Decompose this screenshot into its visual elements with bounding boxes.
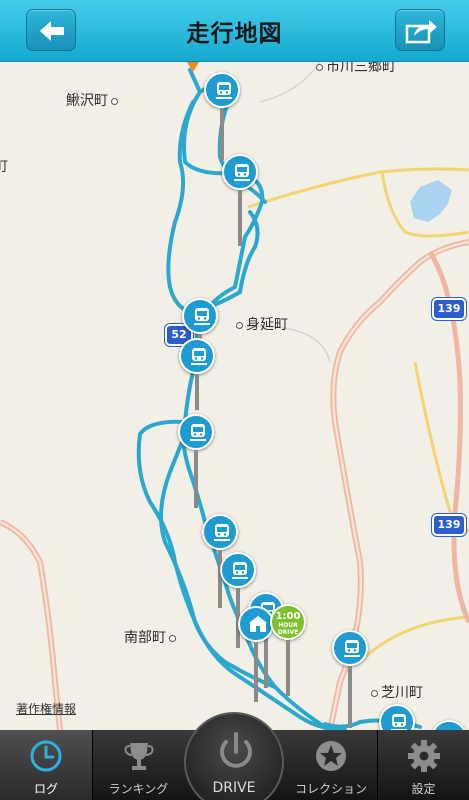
train-pin[interactable] [431,720,467,730]
train-pin[interactable] [202,514,238,608]
map-view[interactable]: 鰍沢町 市川三郷町 町 身延町 南部町 芝川町 139 139 52 1:00 … [0,62,469,730]
goal-pin-1hour-drive[interactable]: 1:00 HOUR DRIVE [270,604,306,696]
train-pin[interactable] [222,154,258,246]
gear-icon [407,740,440,772]
train-pin[interactable] [379,704,415,730]
train-pin[interactable] [178,414,214,508]
tab-settings[interactable]: 設定 [378,730,469,800]
town-dot [371,689,378,697]
star-icon [316,741,346,771]
tab-label: 設定 [411,782,436,796]
goal-pin-time: 1:00 [275,611,301,622]
tab-ranking[interactable]: ランキング [93,730,184,800]
place-label-shibakawa: 芝川町 [368,682,423,702]
train-icon [191,348,207,365]
share-button[interactable] [395,9,445,51]
train-pin[interactable] [182,298,218,342]
place-label-minobu: 身延町 [233,314,288,334]
place-label-left-edge: 町 [0,159,8,175]
route-shield: 139 [432,298,466,320]
tab-bar: ログ ランキング DRIVE コレクション 設定 [0,712,469,800]
train-pin[interactable] [220,552,256,648]
train-pin[interactable] [204,72,240,160]
train-icon [344,640,360,657]
clock-icon [30,740,62,772]
place-label-kajikazawa: 鰍沢町 [66,90,121,110]
goal-pin-line: DRIVE [277,629,299,636]
tab-label: コレクション [294,782,367,796]
goal-pin-line: HOUR [278,622,298,629]
share-icon [405,20,437,44]
train-pin[interactable] [332,630,368,728]
train-icon [216,82,232,99]
train-pin[interactable] [179,338,215,410]
tab-label: DRIVE [212,780,256,796]
tab-collection[interactable]: コレクション [285,730,377,800]
train-icon [194,308,210,325]
town-dot [111,97,118,105]
town-dot [316,63,323,71]
train-icon [391,714,407,730]
tab-label: ランキング [108,782,169,796]
power-icon [220,732,252,768]
station-pin[interactable] [238,606,274,702]
trophy-icon [124,743,153,770]
train-icon [214,524,230,541]
town-dot [169,634,176,642]
station-icon [249,616,267,632]
header: 走行地図 [0,0,469,62]
place-label-nanbu: 南部町 [124,627,179,647]
train-icon [234,164,250,181]
town-dot [236,321,243,329]
place-label-top-right: 市川三郷町 [313,62,396,76]
train-icon [190,424,206,441]
route-shield: 139 [432,514,466,536]
copyright-link[interactable]: 著作権情報 [16,700,76,717]
train-icon [232,562,248,579]
tab-log[interactable]: ログ [0,730,92,800]
tab-label: ログ [33,782,58,796]
